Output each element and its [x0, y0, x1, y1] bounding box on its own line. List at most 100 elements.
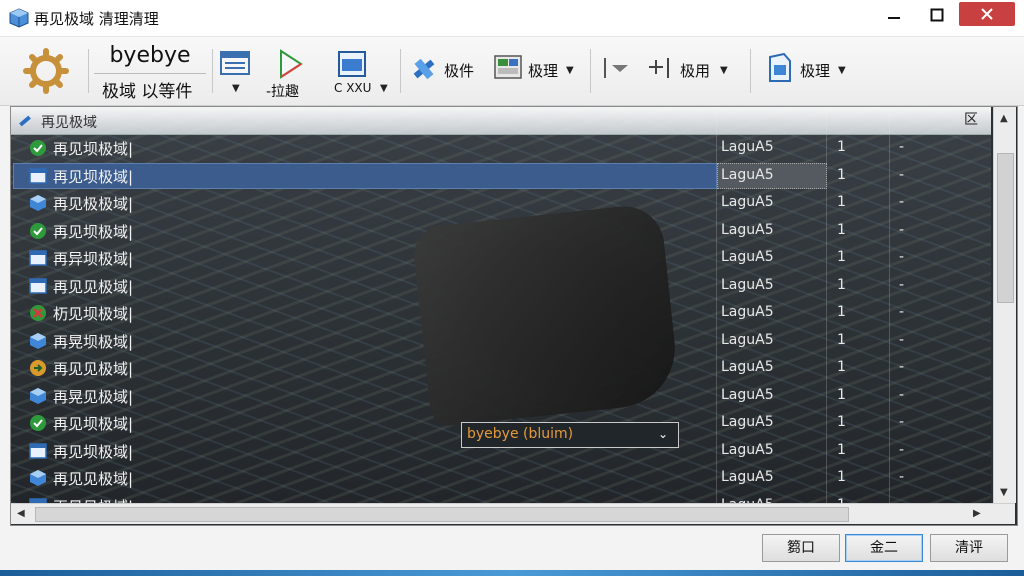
blue-box-icon: [29, 194, 47, 212]
row-status: -: [899, 414, 905, 430]
play-button[interactable]: -拉趣: [262, 49, 322, 100]
row-type: LaguA5: [721, 414, 774, 430]
horizontal-scrollbar[interactable]: ◀ ▶: [11, 503, 1015, 524]
process-list: 再见坝极域| LaguA5 1 - 再见坝极域| LaguA5 1 - 再见极极域| LaguA5…: [10, 106, 1018, 526]
blue-box-icon: [29, 332, 47, 350]
row-count: 1: [837, 194, 846, 210]
window-title: 再见极域 清理清理: [34, 10, 159, 28]
row-type: LaguA5: [721, 249, 774, 265]
play-label: -拉趣: [266, 84, 300, 100]
row-name: 再见极极域|: [53, 195, 134, 213]
footer-button-3[interactable]: 清评: [930, 534, 1008, 562]
row-status: -: [899, 469, 905, 485]
toolbar-subtitle: 极域 以等件: [102, 82, 193, 102]
row-status: -: [899, 441, 905, 458]
export-button[interactable]: C XXU ▼: [330, 51, 392, 99]
list-row[interactable]: 再晃坝极域| LaguA5 1 -: [11, 327, 991, 355]
window-icon: [29, 249, 47, 267]
app-window: 再见极域 清理清理 byebye 极域 以等件 ▼ -拉趣 C XXU ▼ 极件…: [0, 0, 1024, 570]
window-list-button[interactable]: ▼: [220, 51, 254, 97]
list-header-title: 再见极域: [41, 115, 97, 131]
settings-button[interactable]: [22, 47, 70, 95]
list-row[interactable]: 再晃见极域| LaguA5 1 -: [11, 382, 991, 410]
row-status: -: [899, 166, 905, 183]
row-count: 1: [837, 359, 846, 375]
row-name: 再见坝极域|: [53, 167, 134, 186]
maximize-button[interactable]: [918, 0, 956, 30]
toolbar-btn-3[interactable]: 极用 ▼: [646, 55, 736, 85]
list-row[interactable]: 再见坝极域| LaguA5 1 -: [11, 217, 991, 245]
taskbar-strip: [0, 570, 1024, 576]
green-check-icon: [29, 139, 47, 157]
red-x-icon: [29, 304, 47, 322]
list-row[interactable]: 再见极极域| LaguA5 1 -: [11, 189, 991, 217]
dropdown-chevron-icon: ⌄: [658, 427, 669, 441]
horizontal-scroll-thumb[interactable]: [35, 507, 849, 522]
footer-button-1[interactable]: 篘口: [762, 534, 840, 562]
dropdown-value: byebye (bluim): [467, 426, 574, 442]
row-type: LaguA5: [721, 194, 774, 210]
arrow-circle-icon: [29, 359, 47, 377]
row-type: LaguA5: [721, 304, 774, 320]
list-row[interactable]: 杤见坝极域| LaguA5 1 -: [11, 299, 991, 327]
row-count: 1: [837, 139, 846, 155]
row-count: 1: [837, 166, 846, 183]
gear-icon: [23, 48, 69, 94]
toolbar-btn-2[interactable]: 极理 ▼: [494, 55, 580, 85]
row-status: -: [899, 194, 905, 210]
export-chevron-icon: ▼: [380, 83, 388, 94]
footer-button-2[interactable]: 金二: [845, 534, 923, 562]
row-type: LaguA5: [721, 139, 774, 155]
row-name: 再晃见极域|: [53, 387, 134, 406]
row-name: 杤见坝极域|: [53, 305, 134, 323]
list-row[interactable]: 再见见极域| LaguA5 1 -: [11, 354, 991, 382]
btn4-chevron-icon: ▼: [838, 65, 846, 76]
list-row[interactable]: 再见坝极域| LaguA5 1 -: [11, 162, 991, 190]
btn2-label: 极理: [528, 62, 559, 80]
close-icon: [981, 8, 993, 20]
scroll-down-icon[interactable]: ▼: [1000, 487, 1008, 498]
profile-dropdown[interactable]: byebye (bluim) ⌄: [461, 422, 679, 448]
row-count: 1: [837, 304, 846, 320]
window-list-icon: [220, 51, 250, 75]
close-button[interactable]: [959, 2, 1015, 26]
row-type: LaguA5: [721, 166, 774, 183]
row-type: LaguA5: [721, 331, 774, 348]
toolbar-btn-1[interactable]: 极件: [410, 55, 482, 85]
row-count: 1: [837, 249, 846, 265]
export-label: C XXU: [334, 81, 372, 95]
header-close-button[interactable]: 区: [961, 110, 981, 130]
align-left-icon: [604, 58, 628, 78]
scroll-left-icon[interactable]: ◀: [17, 508, 25, 519]
toolbar-btn-4[interactable]: 极理 ▼: [766, 52, 856, 85]
scroll-right-icon[interactable]: ▶: [973, 508, 981, 519]
row-count: 1: [837, 414, 846, 430]
list-row[interactable]: 再异坝极域| LaguA5 1 -: [11, 244, 991, 272]
row-count: 1: [837, 469, 846, 485]
row-name: 再见坝极域|: [53, 442, 134, 461]
row-type: LaguA5: [721, 469, 774, 485]
satellite-small-icon: [19, 115, 31, 127]
row-name: 再见坝极域|: [53, 140, 134, 158]
list-row[interactable]: 再见见极域| LaguA5 1 -: [11, 464, 991, 492]
btn3-chevron-icon: ▼: [720, 65, 728, 76]
list-row[interactable]: 再见坝极域| LaguA5 1 -: [11, 134, 991, 162]
btn4-label: 极理: [800, 62, 831, 80]
row-status: -: [899, 249, 905, 265]
row-count: 1: [837, 331, 846, 348]
row-name: 再晃坝极域|: [53, 332, 134, 351]
row-name: 再见见极域|: [53, 360, 134, 378]
blue-box-icon: [29, 387, 47, 405]
align-button[interactable]: [602, 55, 632, 85]
window-icon: [29, 277, 47, 295]
list-row[interactable]: 再见见极域| LaguA5 1 -: [11, 272, 991, 300]
vertical-scrollbar[interactable]: ▲ ▼: [993, 107, 1016, 503]
row-count: 1: [837, 386, 846, 403]
minimize-button[interactable]: [874, 0, 914, 30]
maximize-icon: [930, 8, 944, 22]
title-bar: 再见极域 清理清理: [0, 0, 1024, 37]
green-check-icon: [29, 414, 47, 432]
vertical-scroll-thumb[interactable]: [997, 153, 1014, 303]
scroll-up-icon[interactable]: ▲: [1000, 113, 1008, 124]
row-count: 1: [837, 441, 846, 458]
